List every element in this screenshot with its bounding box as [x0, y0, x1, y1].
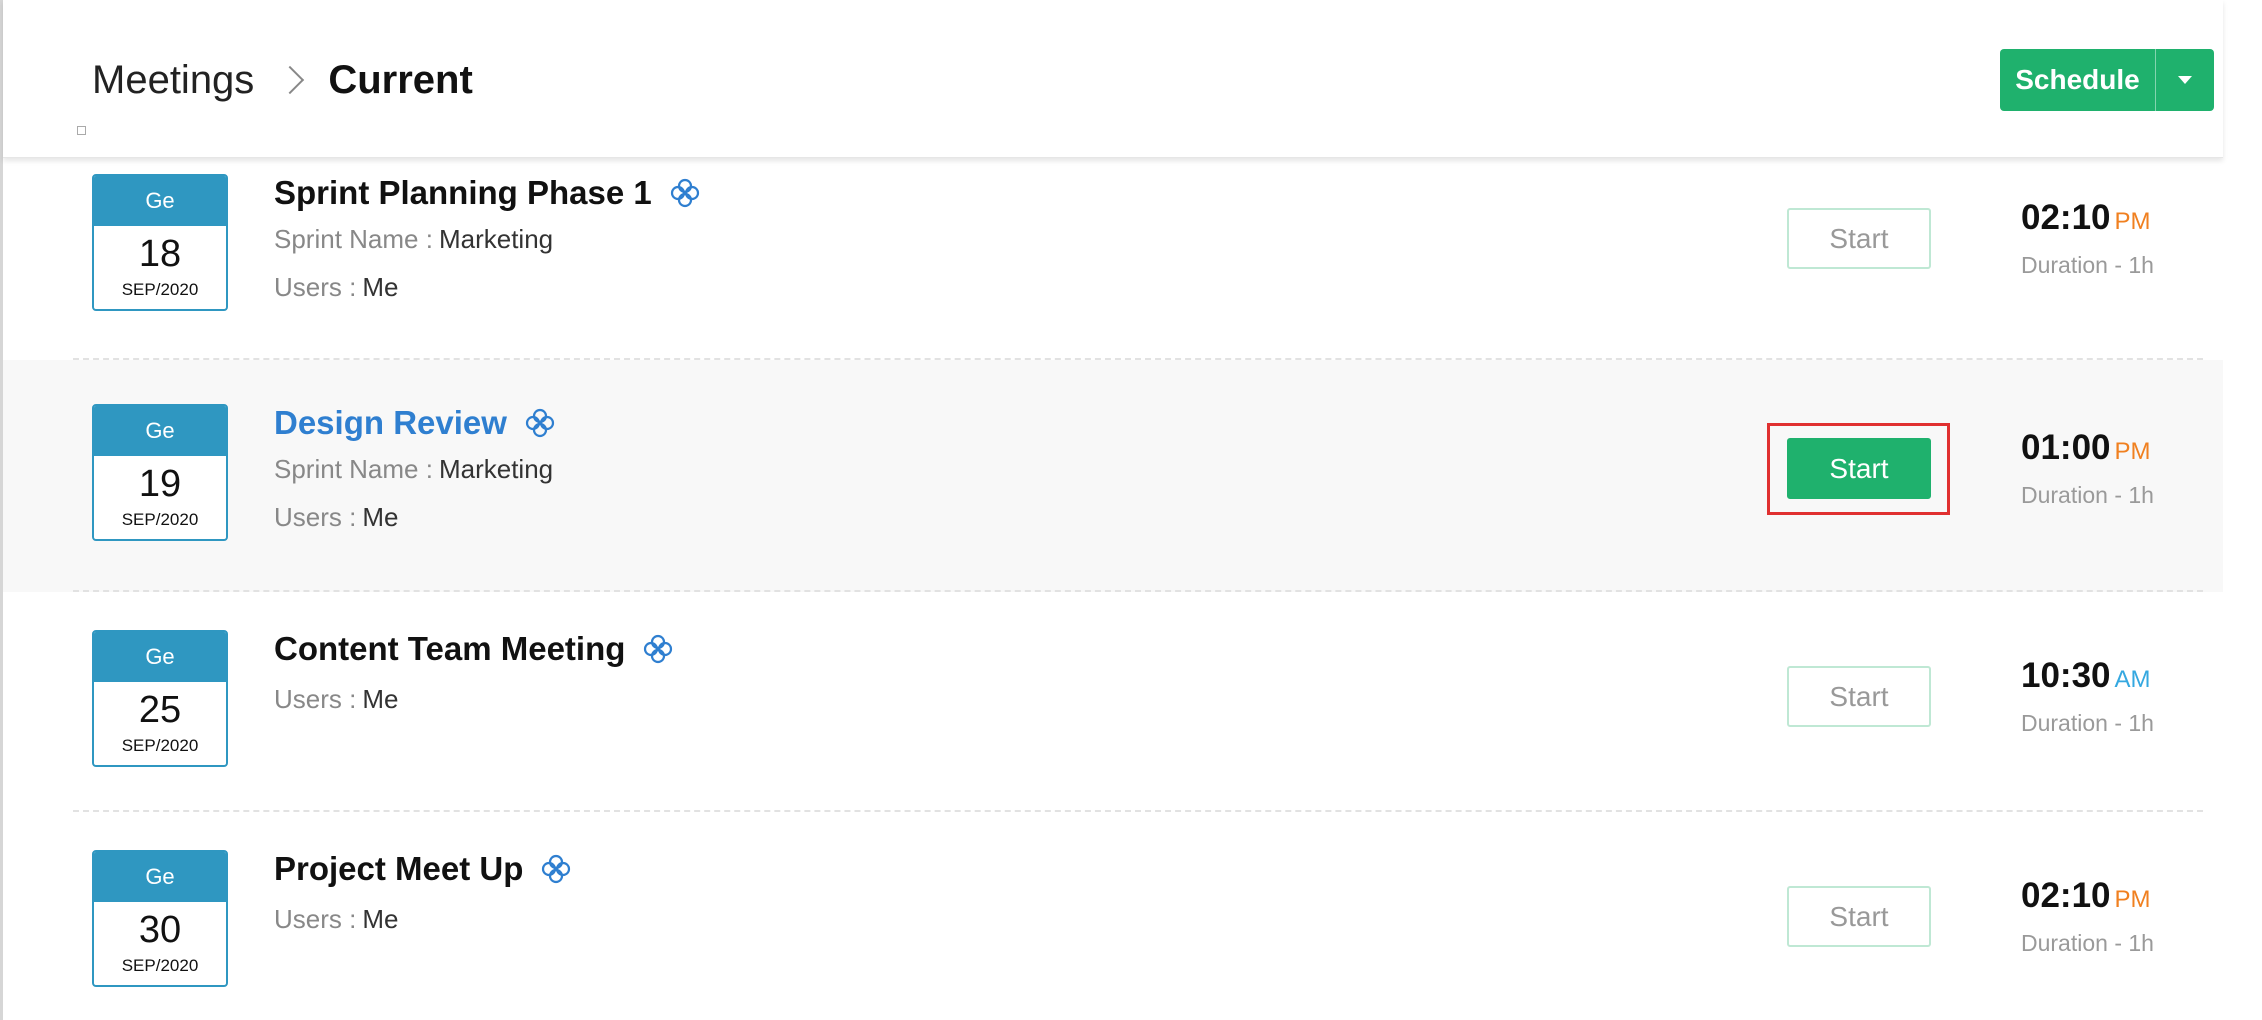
date-card: Ge 25 SEP/2020 [92, 630, 228, 767]
breadcrumb-current: Current [328, 58, 473, 102]
date-month-year: SEP/2020 [121, 280, 199, 299]
date-month-year: SEP/2020 [121, 736, 199, 755]
time-value: 10:30 [2021, 656, 2111, 695]
date-weekday: Ge [94, 632, 226, 682]
meeting-time: 02:10 PM [2021, 876, 2151, 916]
sprint-name-value: Marketing [438, 454, 554, 484]
time-ampm: AM [2114, 666, 2151, 693]
time-ampm: PM [2114, 208, 2151, 235]
recurring-icon [542, 854, 571, 884]
schedule-dropdown-button[interactable] [2156, 49, 2214, 111]
meeting-title[interactable]: Sprint Planning Phase 1 [274, 174, 652, 212]
meeting-duration: Duration - 1h [2021, 482, 2154, 508]
meeting-title[interactable]: Content Team Meeting [274, 630, 625, 668]
select-all-checkbox[interactable] [77, 126, 86, 135]
date-card: Ge 18 SEP/2020 [92, 174, 228, 311]
users-value: Me [362, 502, 399, 532]
date-card: Ge 19 SEP/2020 [92, 404, 228, 541]
caret-down-icon [2178, 76, 2192, 84]
recurring-icon [644, 634, 673, 664]
users-line: Users : Me [274, 502, 398, 533]
users-value: Me [362, 684, 399, 714]
users-value: Me [362, 904, 399, 934]
time-value: 01:00 [2021, 428, 2111, 467]
start-button[interactable]: Start [1787, 208, 1931, 269]
meeting-time: 10:30 AM [2021, 656, 2151, 696]
breadcrumb: Meetings Current [92, 56, 473, 104]
date-weekday: Ge [94, 176, 226, 226]
sprint-name-label: Sprint Name : [274, 454, 433, 484]
users-line: Users : Me [274, 684, 398, 715]
sprint-name-line: Sprint Name : Marketing [274, 454, 553, 485]
start-button[interactable]: Start [1787, 886, 1931, 947]
users-label: Users : [274, 684, 357, 714]
meeting-duration: Duration - 1h [2021, 930, 2154, 956]
meeting-title-line: Content Team Meeting [274, 630, 675, 668]
meetings-app: Meetings Current Schedule Ge 18 SEP/2020… [0, 0, 2262, 1020]
users-line: Users : Me [274, 272, 398, 303]
date-day: 30 [138, 909, 182, 951]
meeting-time: 01:00 PM [2021, 428, 2151, 468]
meeting-title-line: Sprint Planning Phase 1 [274, 174, 702, 212]
chevron-right-icon [264, 60, 320, 100]
meeting-duration: Duration - 1h [2021, 710, 2154, 736]
page-header: Meetings Current Schedule [3, 0, 2223, 158]
date-day: 25 [138, 689, 182, 731]
date-day: 18 [138, 233, 182, 275]
meeting-time: 02:10 PM [2021, 198, 2151, 238]
start-button[interactable]: Start [1787, 666, 1931, 727]
date-day: 19 [138, 463, 182, 505]
date-weekday: Ge [94, 406, 226, 456]
meeting-title-line: Project Meet Up [274, 850, 573, 888]
schedule-button[interactable]: Schedule [2000, 49, 2156, 111]
sprint-name-label: Sprint Name : [274, 224, 433, 254]
date-month-year: SEP/2020 [121, 956, 199, 975]
breadcrumb-meetings[interactable]: Meetings [92, 56, 254, 104]
recurring-icon [525, 408, 555, 438]
date-month-year: SEP/2020 [121, 510, 199, 529]
users-label: Users : [274, 904, 357, 934]
time-value: 02:10 [2021, 198, 2111, 237]
meeting-title-link[interactable]: Design Review [274, 404, 507, 442]
meeting-title[interactable]: Project Meet Up [274, 850, 523, 888]
recurring-icon [670, 178, 699, 208]
meeting-duration: Duration - 1h [2021, 252, 2154, 278]
date-card: Ge 30 SEP/2020 [92, 850, 228, 987]
start-button-primary[interactable]: Start [1787, 438, 1931, 499]
meeting-row[interactable]: Ge 25 SEP/2020 Content Team Meeting User… [3, 592, 2223, 812]
meeting-row-active[interactable]: Ge 19 SEP/2020 Design Review Sprint Name… [3, 360, 2223, 592]
schedule-split-button: Schedule [2000, 49, 2214, 111]
users-label: Users : [274, 502, 357, 532]
users-value: Me [362, 272, 399, 302]
date-weekday: Ge [94, 852, 226, 902]
meeting-title-line: Design Review [274, 404, 557, 442]
users-line: Users : Me [274, 904, 398, 935]
users-label: Users : [274, 272, 357, 302]
meeting-row[interactable]: Ge 30 SEP/2020 Project Meet Up Users : Me… [3, 812, 2223, 1020]
time-ampm: PM [2114, 886, 2151, 913]
sprint-name-line: Sprint Name : Marketing [274, 224, 553, 255]
time-ampm: PM [2114, 438, 2151, 465]
sprint-name-value: Marketing [438, 224, 554, 254]
meeting-row[interactable]: Ge 18 SEP/2020 Sprint Planning Phase 1 S… [3, 158, 2223, 360]
time-value: 02:10 [2021, 876, 2111, 915]
